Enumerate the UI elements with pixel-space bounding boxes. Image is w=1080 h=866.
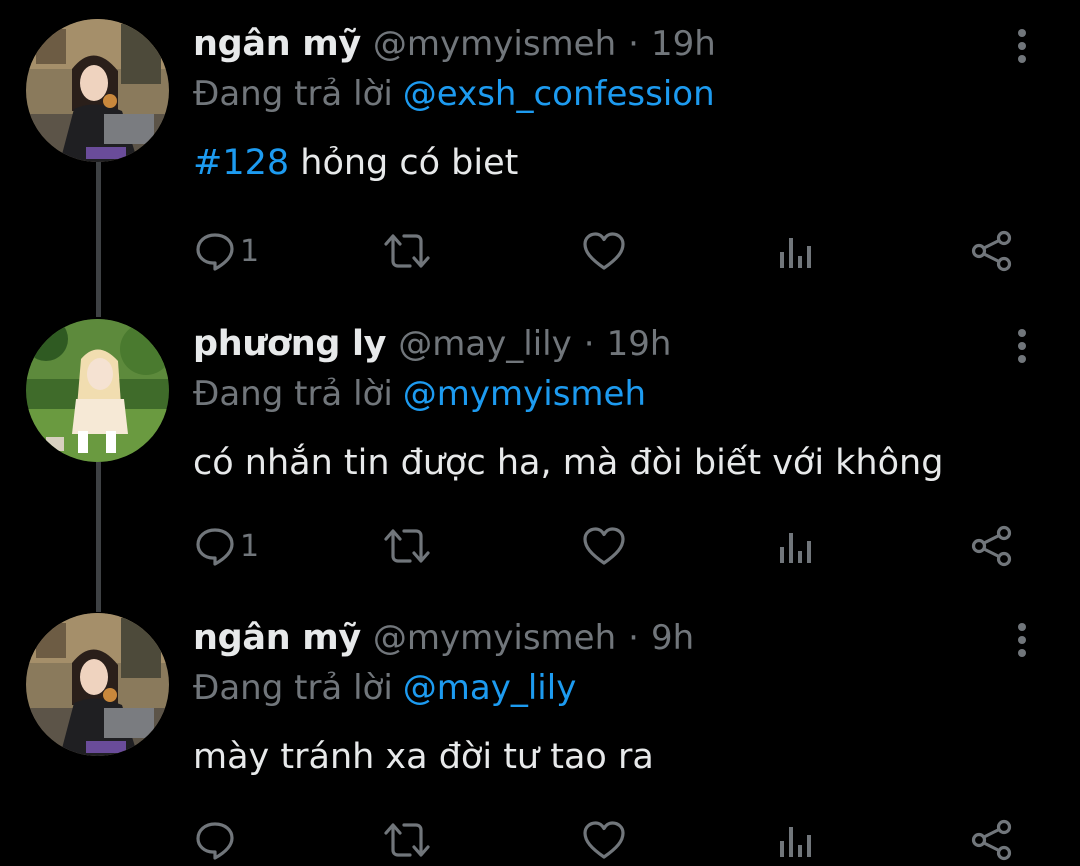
reply-icon (196, 233, 234, 271)
share-icon (971, 230, 1012, 272)
reply-context: Đang trả lời @mymyismeh (193, 374, 646, 422)
more-vertical-icon (1018, 623, 1026, 657)
heart-icon (583, 821, 625, 859)
like-button[interactable] (582, 225, 626, 277)
reply-count: 1 (240, 233, 260, 269)
separator-dot: · (583, 324, 595, 364)
analytics-icon (780, 533, 811, 563)
user-handle[interactable]: @may_lily (398, 324, 572, 364)
reply-icon (196, 822, 234, 860)
display-name[interactable]: ngân mỹ (193, 24, 361, 64)
action-bar (190, 814, 1030, 866)
action-bar: 1 (190, 520, 1030, 572)
reply-prefix: Đang trả lời (193, 74, 393, 114)
heart-icon (583, 527, 625, 565)
timestamp[interactable]: 9h (651, 618, 694, 658)
reply-mention-link[interactable]: @may_lily (403, 668, 577, 708)
more-vertical-icon (1018, 329, 1026, 363)
tweet-text-content: có nhắn tin được ha, mà đòi biết với khô… (193, 443, 944, 483)
tweet-text-content: mày tránh xa đời tư tao ra (193, 737, 654, 777)
share-button[interactable] (970, 225, 1014, 277)
timestamp[interactable]: 19h (607, 324, 672, 364)
hashtag-link[interactable]: #128 (193, 143, 289, 183)
user-handle[interactable]: @mymyismeh (373, 24, 616, 64)
reply-mention-link[interactable]: @exsh_confession (403, 74, 715, 114)
avatar[interactable] (26, 19, 169, 162)
reply-mention-link[interactable]: @mymyismeh (403, 374, 646, 414)
tweet[interactable]: ngân mỹ @mymyismeh · 19h Đang trả lời @ex… (0, 0, 1080, 300)
like-button[interactable] (582, 814, 626, 866)
avatar[interactable] (26, 319, 169, 462)
reply-button[interactable]: 1 (194, 520, 259, 572)
tweet[interactable]: phương ly @may_lily · 19h Đang trả lời @m… (0, 300, 1080, 596)
views-button[interactable] (776, 520, 816, 572)
reply-count: 1 (240, 528, 260, 564)
heart-icon (583, 232, 625, 270)
more-options-button[interactable] (1004, 24, 1040, 68)
more-options-button[interactable] (1004, 618, 1040, 662)
reply-button[interactable]: 1 (194, 225, 259, 277)
separator-dot: · (628, 618, 639, 658)
retweet-icon (384, 234, 430, 268)
tweet-header: ngân mỹ @mymyismeh · 19h (193, 24, 716, 76)
avatar[interactable] (26, 613, 169, 756)
tweet-text: mày tránh xa đời tư tao ra (193, 737, 654, 777)
analytics-icon (780, 827, 811, 857)
tweet-text-content: hỏng có biet (289, 143, 519, 183)
analytics-icon (780, 238, 811, 268)
reply-icon (196, 528, 234, 566)
tweet-text: có nhắn tin được ha, mà đòi biết với khô… (193, 443, 943, 483)
reply-context: Đang trả lời @may_lily (193, 668, 576, 716)
more-vertical-icon (1018, 29, 1026, 63)
retweet-icon (384, 823, 430, 857)
tweet[interactable]: ngân mỹ @mymyismeh · 9h Đang trả lời @may… (0, 596, 1080, 866)
tweet-header: phương ly @may_lily · 19h (193, 324, 671, 376)
reply-prefix: Đang trả lời (193, 374, 393, 414)
reply-context: Đang trả lời @exsh_confession (193, 74, 715, 122)
timestamp[interactable]: 19h (651, 24, 716, 64)
retweet-button[interactable] (382, 225, 432, 277)
action-bar: 1 (190, 225, 1030, 277)
tweet-text: #128 hỏng có biet (193, 143, 518, 183)
share-icon (971, 525, 1012, 567)
more-options-button[interactable] (1004, 324, 1040, 368)
display-name[interactable]: phương ly (193, 324, 387, 364)
separator-dot: · (628, 24, 639, 64)
retweet-icon (384, 529, 430, 563)
share-icon (971, 819, 1012, 861)
like-button[interactable] (582, 520, 626, 572)
user-handle[interactable]: @mymyismeh (373, 618, 616, 658)
retweet-button[interactable] (382, 814, 432, 866)
views-button[interactable] (776, 225, 816, 277)
share-button[interactable] (970, 520, 1014, 572)
display-name[interactable]: ngân mỹ (193, 618, 361, 658)
retweet-button[interactable] (382, 520, 432, 572)
share-button[interactable] (970, 814, 1014, 866)
views-button[interactable] (776, 814, 816, 866)
reply-button[interactable] (194, 814, 240, 866)
reply-prefix: Đang trả lời (193, 668, 393, 708)
tweet-header: ngân mỹ @mymyismeh · 9h (193, 618, 694, 670)
